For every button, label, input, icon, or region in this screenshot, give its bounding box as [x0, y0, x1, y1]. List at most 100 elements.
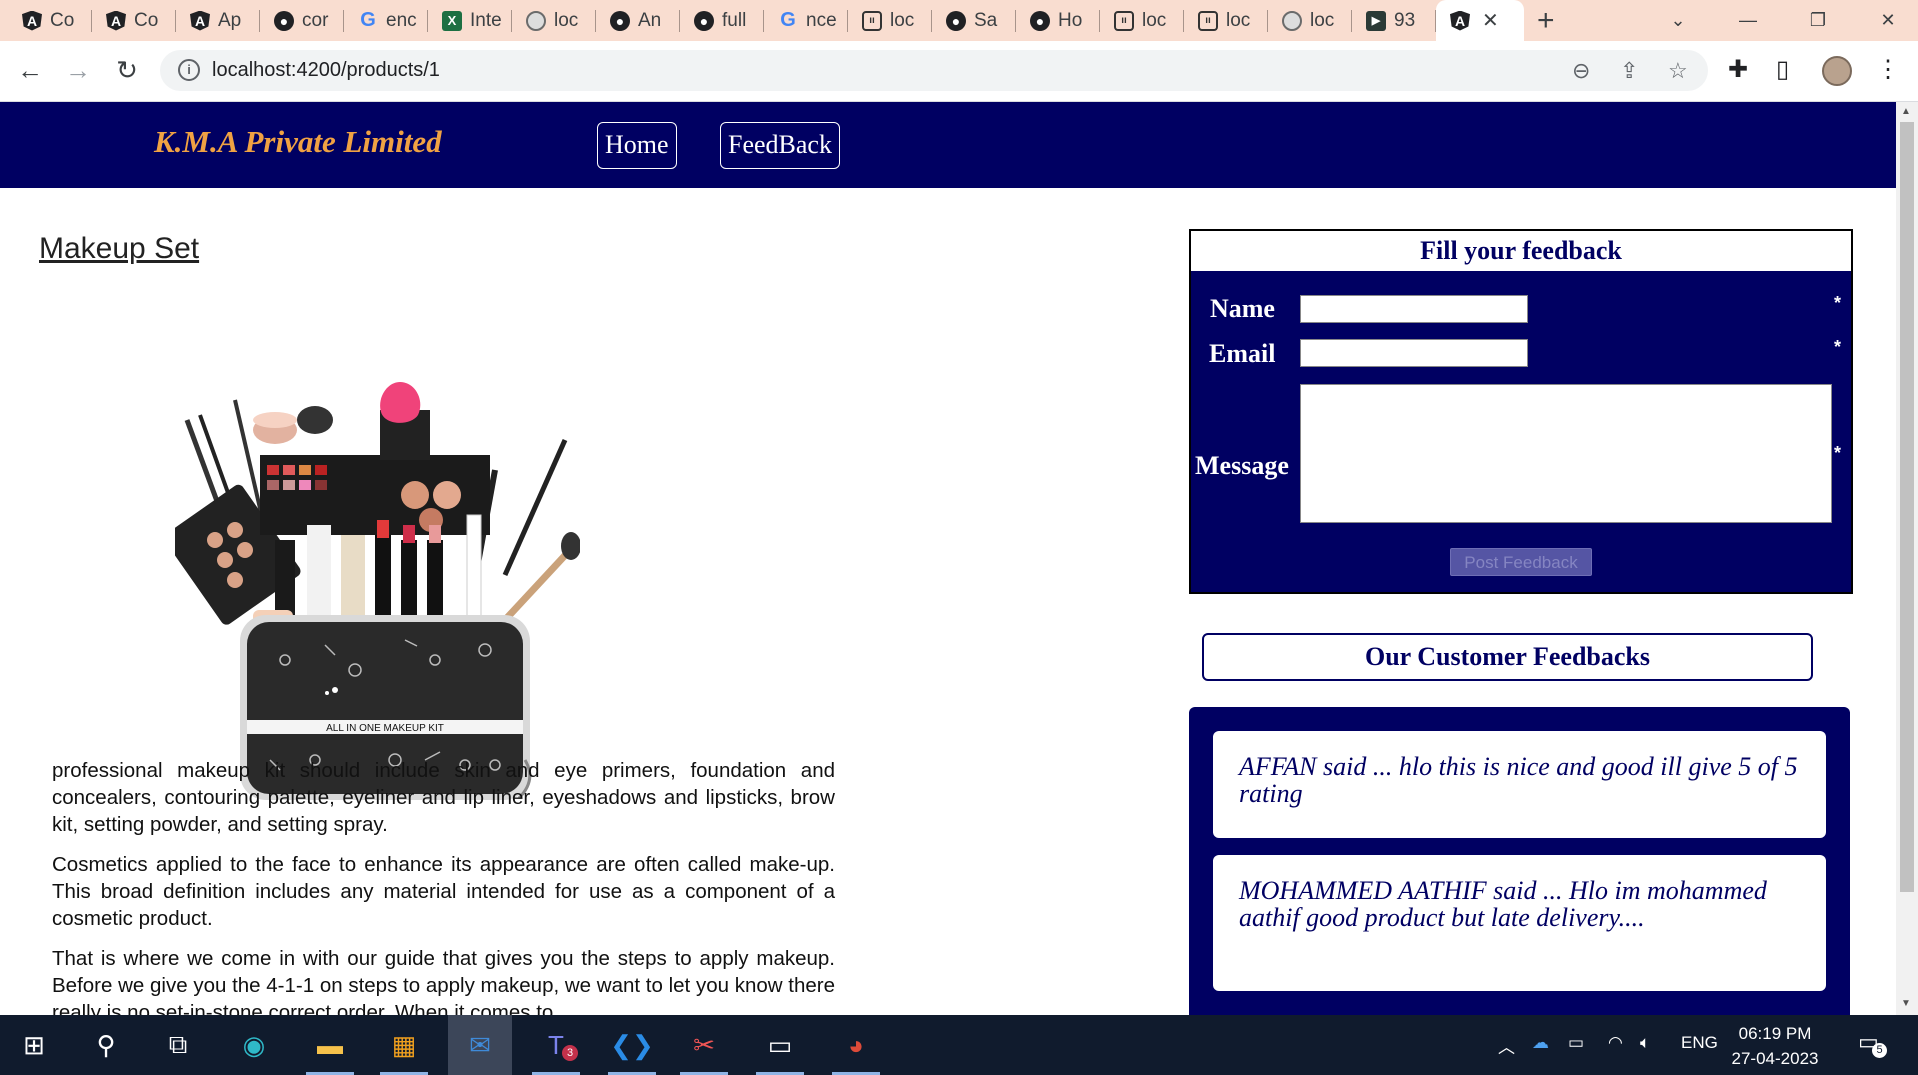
- share-icon[interactable]: ⇪: [1620, 58, 1638, 84]
- terminal-icon[interactable]: ▭: [748, 1015, 812, 1075]
- notification-center-icon[interactable]: ▭ 5: [1858, 1029, 1887, 1058]
- menu-kebab-icon[interactable]: ⋮: [1876, 55, 1900, 84]
- robot-icon: ıı: [1114, 10, 1134, 31]
- battery-icon[interactable]: ▭: [1568, 1033, 1584, 1053]
- angular-icon: A: [106, 10, 126, 31]
- store-icon[interactable]: ▦: [372, 1015, 436, 1075]
- robot-icon: ıı: [862, 10, 882, 31]
- browser-tab[interactable]: ● full: [680, 0, 764, 41]
- message-required-mark: *: [1834, 443, 1842, 463]
- extensions-icon[interactable]: ✚: [1728, 55, 1748, 84]
- bookmark-star-icon[interactable]: ☆: [1668, 58, 1688, 84]
- volume-icon[interactable]: 🔈︎: [1640, 1033, 1650, 1053]
- name-input[interactable]: [1300, 295, 1528, 323]
- chrome-icon[interactable]: ◕: [824, 1015, 888, 1075]
- taskbar-clock[interactable]: 06:19 PM 27-04-2023: [1725, 1021, 1825, 1071]
- nav-home-button[interactable]: Home: [597, 122, 677, 169]
- page-scrollbar[interactable]: ▲ ▼: [1896, 102, 1918, 1015]
- tab-label: enc: [386, 9, 417, 31]
- tab-label: Inte: [470, 9, 502, 31]
- minimize-icon[interactable]: —: [1713, 0, 1783, 41]
- angular-icon: A: [22, 10, 42, 31]
- restore-icon[interactable]: ❐: [1783, 0, 1853, 41]
- back-icon[interactable]: ←: [14, 55, 46, 86]
- browser-tab-active[interactable]: A ✕: [1436, 0, 1524, 41]
- snipping-tool-icon[interactable]: ✂: [672, 1015, 736, 1075]
- scroll-up-arrow-icon[interactable]: ▲: [1901, 106, 1911, 117]
- window-controls: ⌄ — ❐ ✕: [1643, 0, 1918, 41]
- task-view-icon[interactable]: ⧉: [146, 1015, 210, 1075]
- address-bar[interactable]: i localhost:4200/products/1 ⊖ ⇪ ☆: [160, 50, 1708, 91]
- excel-icon: X: [442, 10, 462, 31]
- language-indicator[interactable]: ENG: [1681, 1033, 1718, 1053]
- onedrive-icon[interactable]: ☁: [1532, 1033, 1549, 1053]
- tab-label: Ap: [218, 9, 242, 31]
- profile-avatar[interactable]: [1822, 56, 1852, 86]
- new-tab-button[interactable]: +: [1537, 4, 1555, 38]
- tab-label: Ho: [1058, 9, 1083, 31]
- forward-icon[interactable]: →: [62, 55, 94, 86]
- tab-label: Co: [50, 9, 75, 31]
- description-paragraph: Cosmetics applied to the face to enhance…: [52, 853, 835, 930]
- tab-label: nce: [806, 9, 837, 31]
- browser-tab[interactable]: ıı loc: [1100, 0, 1184, 41]
- tab-label: loc: [890, 9, 915, 31]
- page-viewport: K.M.A Private Limited Home FeedBack Make…: [0, 102, 1896, 1015]
- browser-tab[interactable]: A Co: [92, 0, 176, 41]
- browser-tab[interactable]: ıı loc: [848, 0, 932, 41]
- teams-icon[interactable]: T3: [524, 1015, 588, 1075]
- show-hidden-icons-icon[interactable]: ︿: [1498, 1033, 1515, 1058]
- browser-tab[interactable]: ● Ho: [1016, 0, 1100, 41]
- side-panel-icon[interactable]: ▯: [1776, 55, 1789, 84]
- tab-label: 93: [1394, 9, 1416, 31]
- github-icon: ●: [946, 10, 966, 31]
- file-explorer-icon[interactable]: ▬: [298, 1015, 362, 1075]
- edge-icon[interactable]: ◉: [222, 1015, 286, 1075]
- post-feedback-button[interactable]: Post Feedback: [1450, 548, 1592, 576]
- tab-label: cor: [302, 9, 329, 31]
- url-text[interactable]: localhost:4200/products/1: [212, 59, 440, 82]
- zoom-icon[interactable]: ⊖: [1572, 58, 1590, 84]
- windows-start-icon[interactable]: ⊞: [2, 1015, 66, 1075]
- browser-tab[interactable]: loc: [512, 0, 596, 41]
- browser-tab[interactable]: ıı loc: [1184, 0, 1268, 41]
- feedback-card: MOHAMMED AATHIF said ... Hlo im mohammed…: [1213, 855, 1826, 991]
- feedback-form-title: Fill your feedback: [1191, 231, 1851, 271]
- browser-tab[interactable]: Gnce: [764, 0, 848, 41]
- name-required-mark: *: [1834, 293, 1842, 313]
- description-paragraph: professional makeup kit should include s…: [52, 759, 835, 836]
- google-icon: G: [360, 9, 376, 31]
- github-icon: ●: [1030, 10, 1050, 31]
- brand-name[interactable]: K.M.A Private Limited: [154, 124, 442, 160]
- tab-label: Sa: [974, 9, 998, 31]
- angular-icon: A: [1450, 10, 1470, 31]
- vscode-icon[interactable]: ❮❯: [600, 1015, 664, 1075]
- wifi-icon[interactable]: ◠: [1608, 1033, 1623, 1053]
- outlook-icon[interactable]: ✉: [448, 1015, 512, 1075]
- browser-tab[interactable]: X Inte: [428, 0, 512, 41]
- tab-label: loc: [1142, 9, 1167, 31]
- message-label: Message: [1195, 451, 1289, 480]
- browser-tab[interactable]: ● cor: [260, 0, 344, 41]
- teams-badge: 3: [562, 1045, 578, 1061]
- browser-tab[interactable]: ● Sa: [932, 0, 1016, 41]
- browser-tab[interactable]: loc: [1268, 0, 1352, 41]
- reload-icon[interactable]: ↻: [111, 55, 143, 86]
- browser-tab[interactable]: ● An: [596, 0, 680, 41]
- browser-tab[interactable]: Genc: [344, 0, 428, 41]
- browser-tab[interactable]: A Co: [8, 0, 92, 41]
- site-info-icon[interactable]: i: [178, 59, 200, 81]
- tab-search-icon[interactable]: ⌄: [1643, 0, 1713, 41]
- nav-feedback-button[interactable]: FeedBack: [720, 122, 840, 169]
- app-icon: ▶: [1366, 10, 1386, 31]
- browser-tab[interactable]: A Ap: [176, 0, 260, 41]
- browser-tab[interactable]: ▶ 93: [1352, 0, 1436, 41]
- tab-label: loc: [554, 9, 579, 31]
- close-tab-icon[interactable]: ✕: [1482, 8, 1499, 33]
- close-window-icon[interactable]: ✕: [1853, 0, 1918, 41]
- search-icon[interactable]: ⚲: [74, 1015, 138, 1075]
- email-input[interactable]: [1300, 339, 1528, 367]
- message-textarea[interactable]: [1300, 384, 1832, 523]
- scrollbar-thumb[interactable]: [1900, 122, 1914, 892]
- scroll-down-arrow-icon[interactable]: ▼: [1901, 998, 1911, 1009]
